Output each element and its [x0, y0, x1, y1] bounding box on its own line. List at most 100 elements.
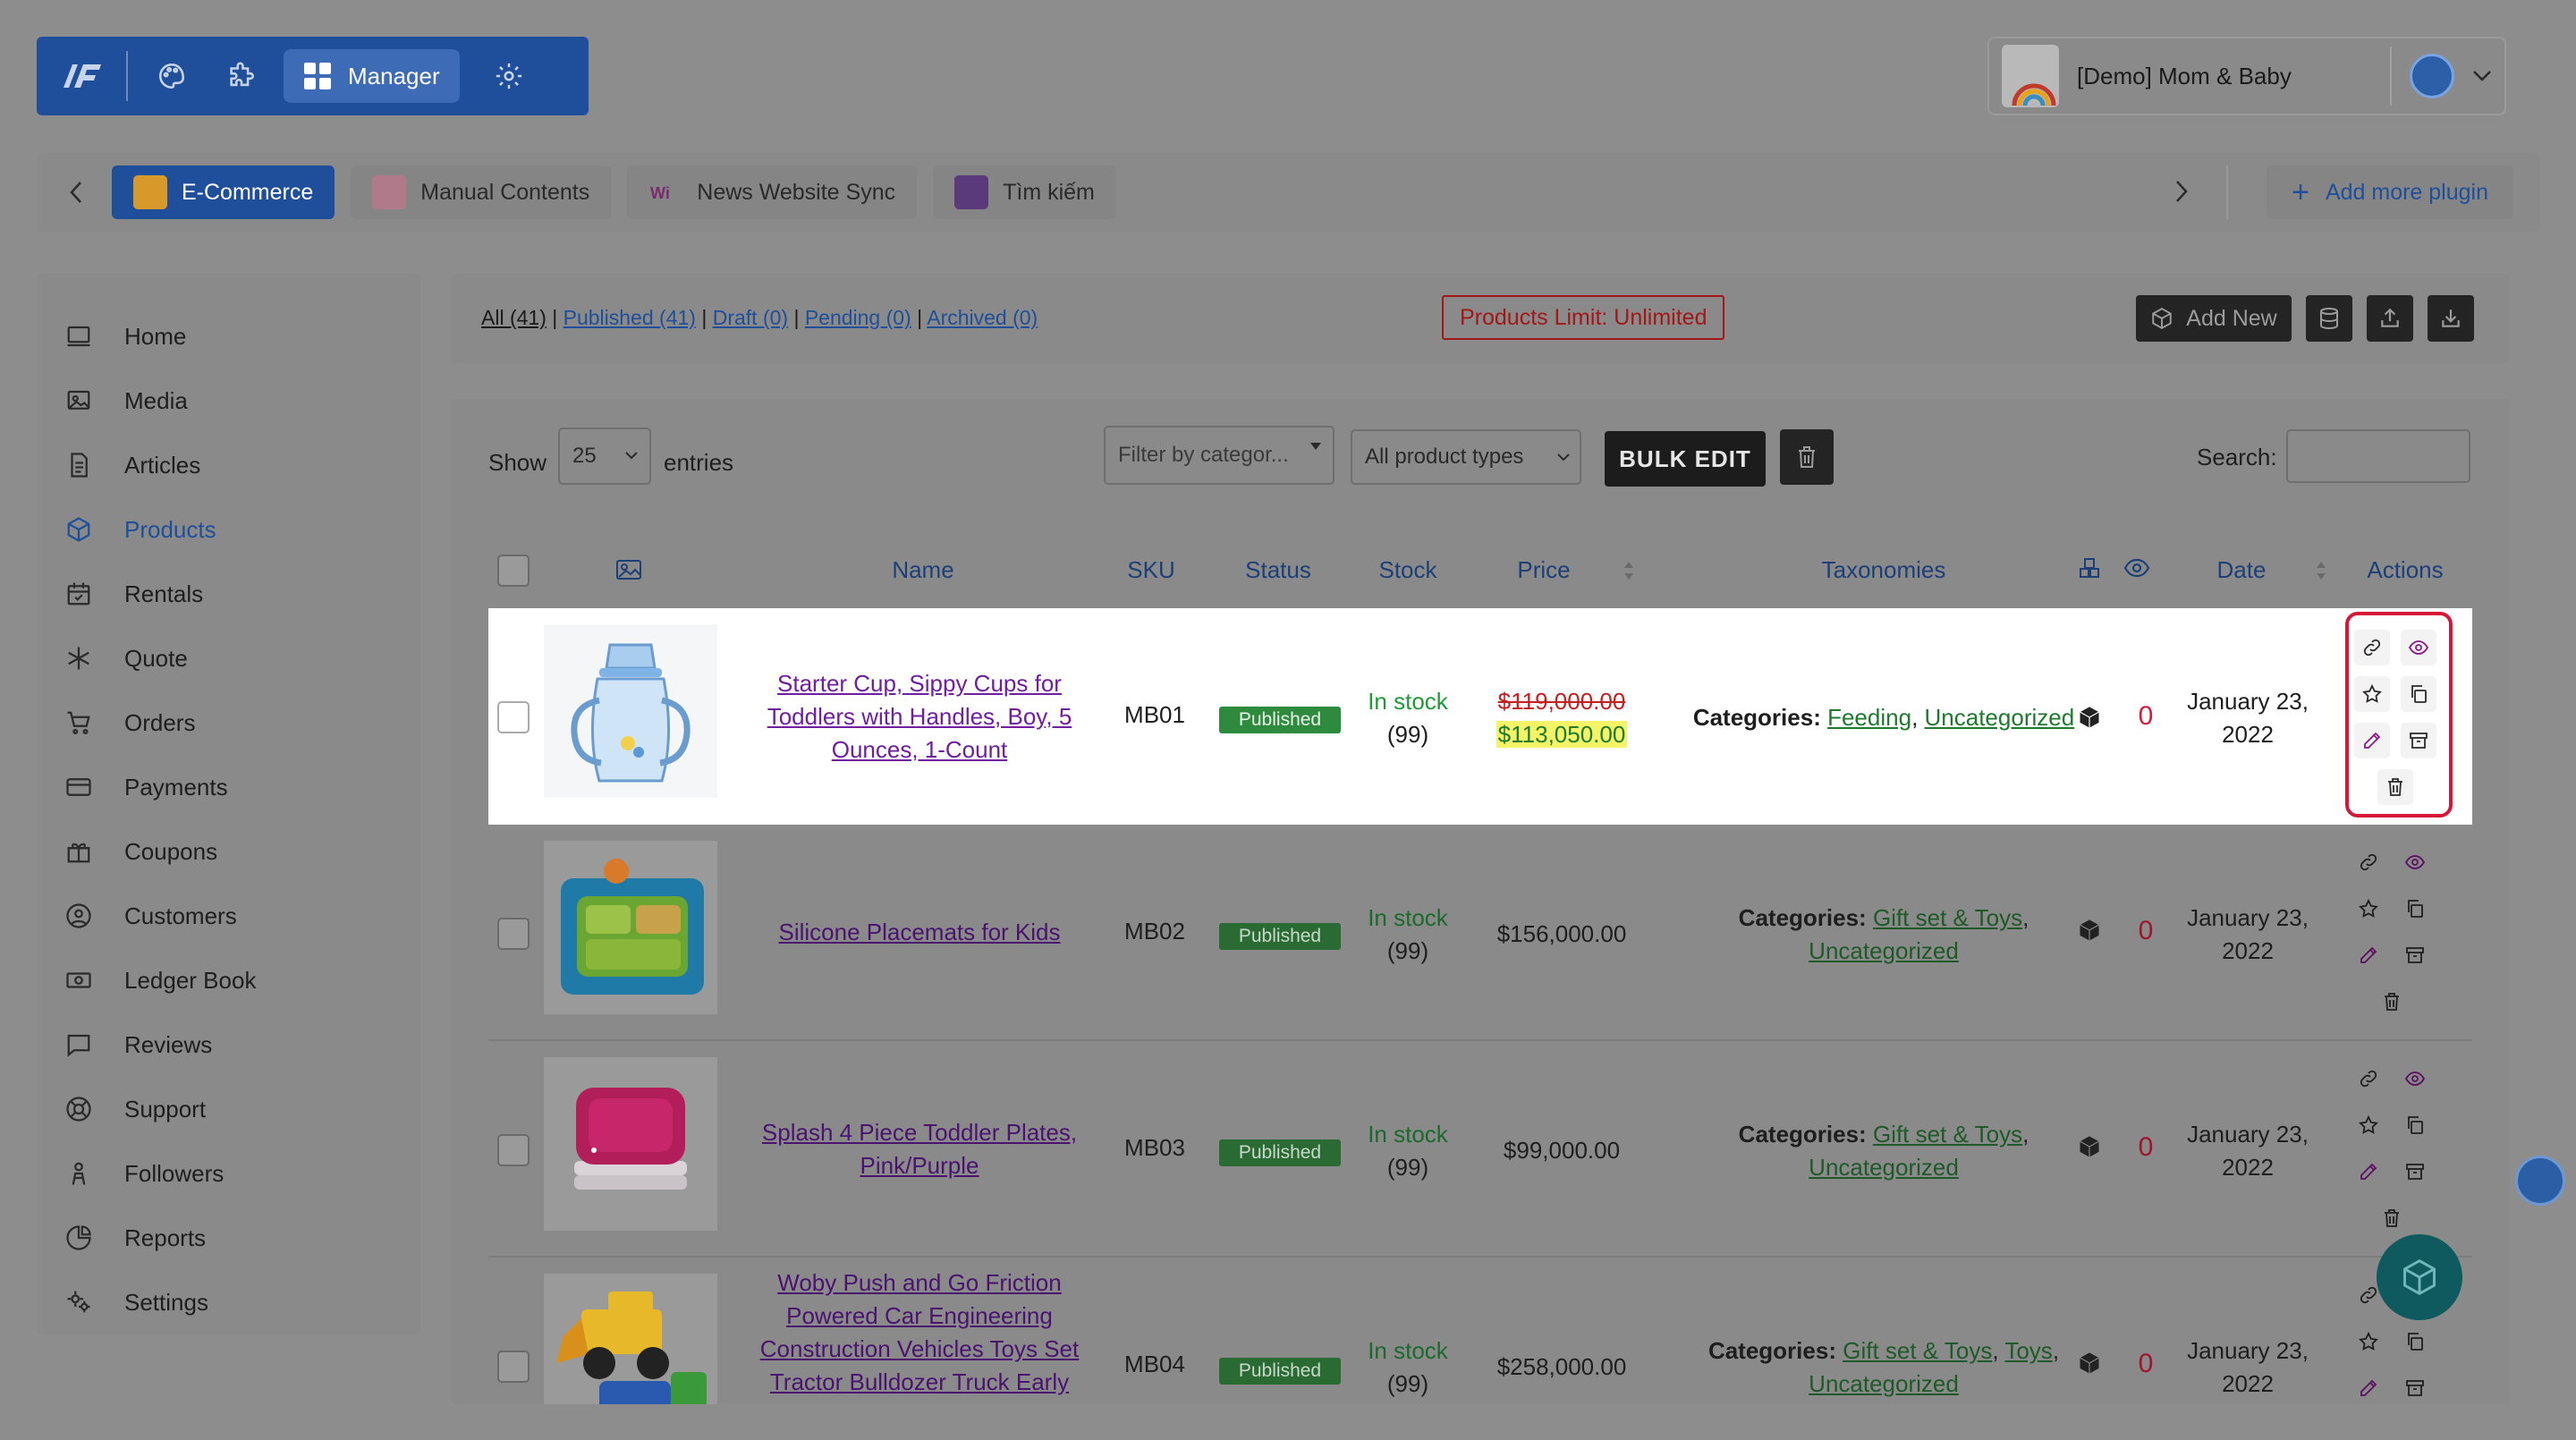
row-checkbox[interactable] — [497, 701, 530, 733]
sidebar-item-followers[interactable]: Followers — [37, 1141, 420, 1206]
entries-select[interactable]: 25 — [558, 428, 651, 485]
edit-icon[interactable] — [2351, 937, 2386, 973]
copy-icon[interactable] — [2397, 891, 2433, 927]
archive-icon[interactable] — [2401, 723, 2436, 758]
product-name-link[interactable]: Splash 4 Piece Toddler Plates, Pink/Purp… — [748, 1116, 1091, 1182]
bulk-edit-button[interactable]: BULK EDIT — [1605, 431, 1766, 487]
star-icon[interactable] — [2351, 891, 2386, 927]
copy-icon[interactable] — [2397, 1107, 2433, 1143]
table-row[interactable]: Silicone Placemats for Kids MB02 Publish… — [488, 825, 2472, 1041]
column-taxonomies[interactable]: Taxonomies — [1758, 556, 2009, 584]
filter-pending[interactable]: Pending (0) — [805, 306, 911, 329]
category-filter-select[interactable]: Filter by categor... — [1104, 426, 1335, 485]
star-icon[interactable] — [2351, 1324, 2386, 1360]
tab-tim-kiem[interactable]: Tìm kiếm — [933, 165, 1116, 219]
link-icon[interactable] — [2351, 844, 2386, 880]
column-stock[interactable]: Stock — [1354, 556, 1462, 584]
product-name-link[interactable]: Woby Push and Go Friction Powered Car En… — [748, 1266, 1091, 1399]
sidebar-item-reviews[interactable]: Reviews — [37, 1012, 420, 1077]
sidebar-item-orders[interactable]: Orders — [37, 690, 420, 755]
logo-icon[interactable] — [51, 45, 114, 107]
category-link[interactable]: Uncategorized — [1809, 937, 1959, 964]
puzzle-icon[interactable] — [214, 48, 269, 104]
product-name-link[interactable]: Silicone Placemats for Kids — [748, 916, 1091, 949]
category-link[interactable]: Uncategorized — [1809, 1370, 1959, 1397]
chevron-down-icon[interactable] — [2472, 70, 2492, 82]
category-link[interactable]: Gift set & Toys — [1873, 1121, 2022, 1148]
filter-archived[interactable]: Archived (0) — [927, 306, 1038, 329]
archive-icon[interactable] — [2397, 1370, 2433, 1404]
category-link[interactable]: Gift set & Toys — [1843, 1337, 1992, 1364]
sidebar-item-support[interactable]: Support — [37, 1077, 420, 1141]
eye-icon[interactable] — [2397, 844, 2433, 880]
account-avatar[interactable] — [2410, 54, 2454, 98]
add-new-button[interactable]: Add New — [2136, 295, 2292, 342]
trash-icon[interactable] — [2374, 984, 2410, 1020]
product-image[interactable] — [544, 1274, 717, 1404]
archive-icon[interactable] — [2397, 937, 2433, 973]
product-image[interactable] — [544, 841, 717, 1014]
row-checkbox[interactable] — [497, 918, 530, 950]
sidebar-item-ledger-book[interactable]: Ledger Book — [37, 948, 420, 1012]
filter-published[interactable]: Published (41) — [564, 306, 696, 329]
filter-draft[interactable]: Draft (0) — [713, 306, 788, 329]
tab-news-website-sync[interactable]: Wi News Website Sync — [627, 165, 918, 219]
category-link[interactable]: Gift set & Toys — [1873, 904, 2022, 931]
link-icon[interactable] — [2351, 1061, 2386, 1097]
row-checkbox[interactable] — [497, 1134, 530, 1166]
eye-icon[interactable] — [2401, 630, 2436, 665]
chevron-right-icon[interactable] — [2174, 180, 2189, 203]
add-more-plugin-button[interactable]: + Add more plugin — [2267, 165, 2513, 219]
gear-icon[interactable] — [481, 48, 537, 104]
copy-icon[interactable] — [2397, 1324, 2433, 1360]
edit-icon[interactable] — [2351, 1154, 2386, 1190]
trash-icon[interactable] — [2377, 769, 2413, 805]
table-row[interactable]: Starter Cup, Sippy Cups for Toddlers wit… — [488, 608, 2472, 825]
star-icon[interactable] — [2354, 676, 2390, 712]
sidebar-item-media[interactable]: Media — [37, 368, 420, 433]
product-type-select[interactable]: All product types — [1351, 429, 1581, 485]
copy-icon[interactable] — [2401, 676, 2436, 712]
sidebar-item-products[interactable]: Products — [37, 497, 420, 562]
sidebar-item-rentals[interactable]: Rentals — [37, 562, 420, 626]
product-image[interactable] — [544, 1057, 717, 1231]
category-link[interactable]: Toys — [2004, 1337, 2052, 1364]
edit-icon[interactable] — [2351, 1370, 2386, 1404]
table-row[interactable]: Woby Push and Go Friction Powered Car En… — [488, 1258, 2472, 1404]
select-all-checkbox[interactable] — [497, 555, 530, 587]
export-button[interactable] — [2367, 295, 2413, 342]
edit-icon[interactable] — [2354, 723, 2390, 758]
store-switcher[interactable]: [Demo] Mom & Baby — [1987, 37, 2506, 115]
sidebar-item-reports[interactable]: Reports — [37, 1206, 420, 1270]
filter-all[interactable]: All (41) — [481, 306, 547, 329]
product-name-link[interactable]: Starter Cup, Sippy Cups for Toddlers wit… — [748, 667, 1091, 767]
table-row[interactable]: Splash 4 Piece Toddler Plates, Pink/Purp… — [488, 1041, 2472, 1258]
column-price[interactable]: Price — [1472, 556, 1615, 584]
eye-icon[interactable] — [2397, 1061, 2433, 1097]
sidebar-item-customers[interactable]: Customers — [37, 884, 420, 948]
sort-icon[interactable] — [2315, 560, 2327, 581]
bulk-delete-button[interactable] — [1780, 429, 1834, 485]
assistant-logo-button[interactable] — [2515, 1156, 2565, 1206]
product-image[interactable] — [544, 624, 717, 798]
column-date[interactable]: Date — [2188, 556, 2295, 584]
sidebar-item-articles[interactable]: Articles — [37, 433, 420, 497]
trash-icon[interactable] — [2374, 1200, 2410, 1236]
sidebar-item-quote[interactable]: Quote — [37, 626, 420, 690]
category-link[interactable]: Uncategorized — [1809, 1154, 1959, 1181]
column-name[interactable]: Name — [843, 556, 1004, 584]
import-button[interactable] — [2428, 295, 2474, 342]
manager-button[interactable]: Manager — [284, 49, 460, 103]
search-input[interactable] — [2286, 429, 2470, 483]
chevron-left-icon[interactable] — [58, 181, 94, 204]
floating-box-button[interactable] — [2377, 1234, 2462, 1320]
link-icon[interactable] — [2354, 630, 2390, 665]
sidebar-item-settings[interactable]: Settings — [37, 1270, 420, 1334]
archive-icon[interactable] — [2397, 1154, 2433, 1190]
row-checkbox[interactable] — [497, 1351, 530, 1383]
sidebar-item-home[interactable]: Home — [37, 304, 420, 368]
sidebar-item-coupons[interactable]: Coupons — [37, 819, 420, 884]
column-sku[interactable]: SKU — [1120, 556, 1182, 584]
column-status[interactable]: Status — [1220, 556, 1336, 584]
database-button[interactable] — [2306, 295, 2352, 342]
